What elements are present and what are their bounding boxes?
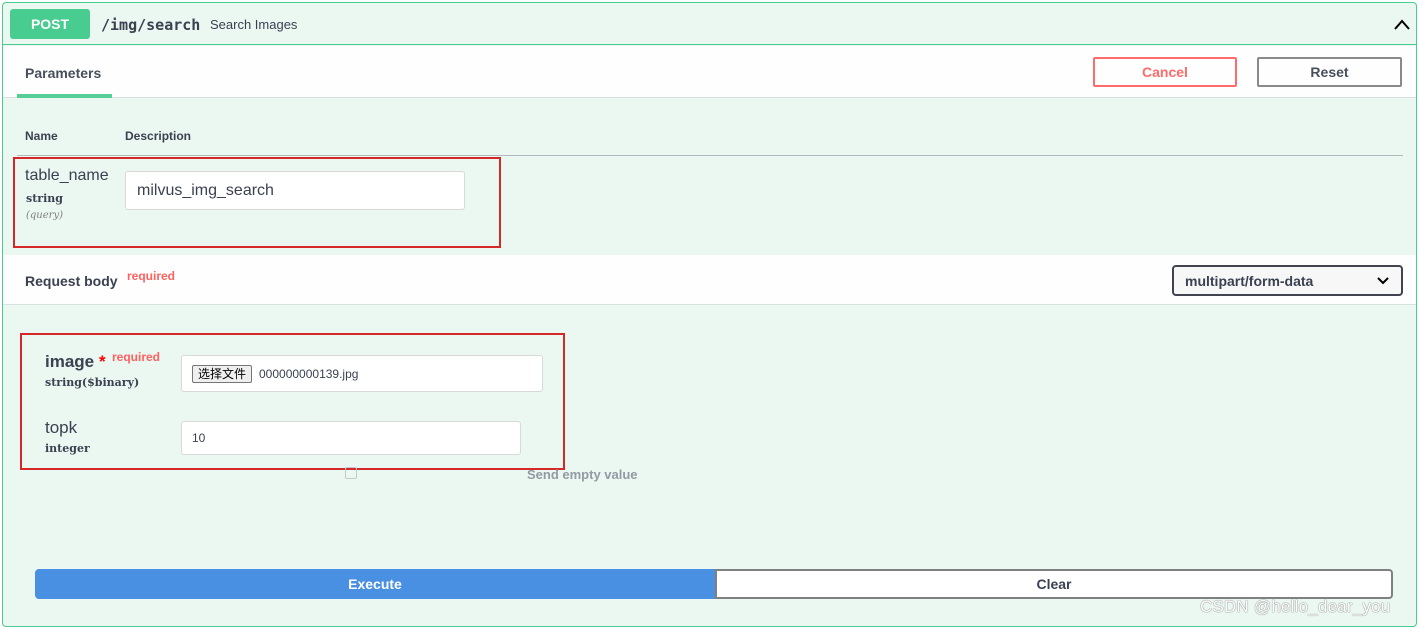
chevron-up-icon[interactable]	[1392, 15, 1412, 35]
field-image-required: required	[112, 350, 161, 364]
method-badge: POST	[10, 9, 90, 39]
column-header-description: Description	[125, 129, 192, 143]
send-empty-value-checkbox[interactable]	[345, 467, 357, 479]
field-image-name: image	[45, 352, 95, 371]
content-type-select[interactable]: multipart/form-data	[1172, 265, 1403, 296]
content-type-value: multipart/form-data	[1185, 273, 1314, 289]
opblock-summary[interactable]: POST /img/search Search Images	[3, 3, 1416, 45]
choose-file-button[interactable]: 选择文件	[192, 365, 253, 383]
tab-parameters[interactable]: Parameters	[17, 46, 112, 98]
param-location: (query)	[26, 210, 63, 221]
required-star: *	[99, 352, 106, 371]
request-body-title: Request body	[25, 273, 118, 289]
column-header-name: Name	[25, 129, 58, 143]
reset-button[interactable]: Reset	[1257, 57, 1402, 87]
post-opblock: POST /img/search Search Images Parameter…	[2, 2, 1417, 627]
parameters-header: Parameters Cancel Reset	[3, 46, 1416, 98]
image-file-input: 选择文件 000000000139.jpg	[181, 355, 543, 392]
chevron-down-icon	[1377, 277, 1389, 285]
field-image-type: string($binary)	[45, 376, 140, 389]
field-topk-type: integer	[45, 442, 90, 455]
clear-button[interactable]: Clear	[715, 569, 1393, 599]
watermark: CSDN @hello_dear_you	[1200, 597, 1391, 616]
field-topk-name: topk	[45, 418, 78, 437]
execute-button[interactable]: Execute	[35, 569, 715, 599]
selected-file-name: 000000000139.jpg	[259, 367, 359, 381]
request-body-required: required	[127, 269, 176, 283]
column-divider	[17, 155, 1403, 156]
param-name: table_name	[25, 167, 109, 184]
endpoint-description: Search Images	[210, 17, 298, 32]
tab-parameters-label: Parameters	[25, 65, 102, 81]
table-name-input[interactable]	[125, 171, 465, 210]
topk-input[interactable]	[181, 421, 521, 455]
param-type: string	[26, 192, 63, 205]
cancel-button[interactable]: Cancel	[1093, 57, 1237, 87]
send-empty-value-label: Send empty value	[527, 467, 638, 482]
endpoint-path: /img/search	[101, 16, 201, 34]
